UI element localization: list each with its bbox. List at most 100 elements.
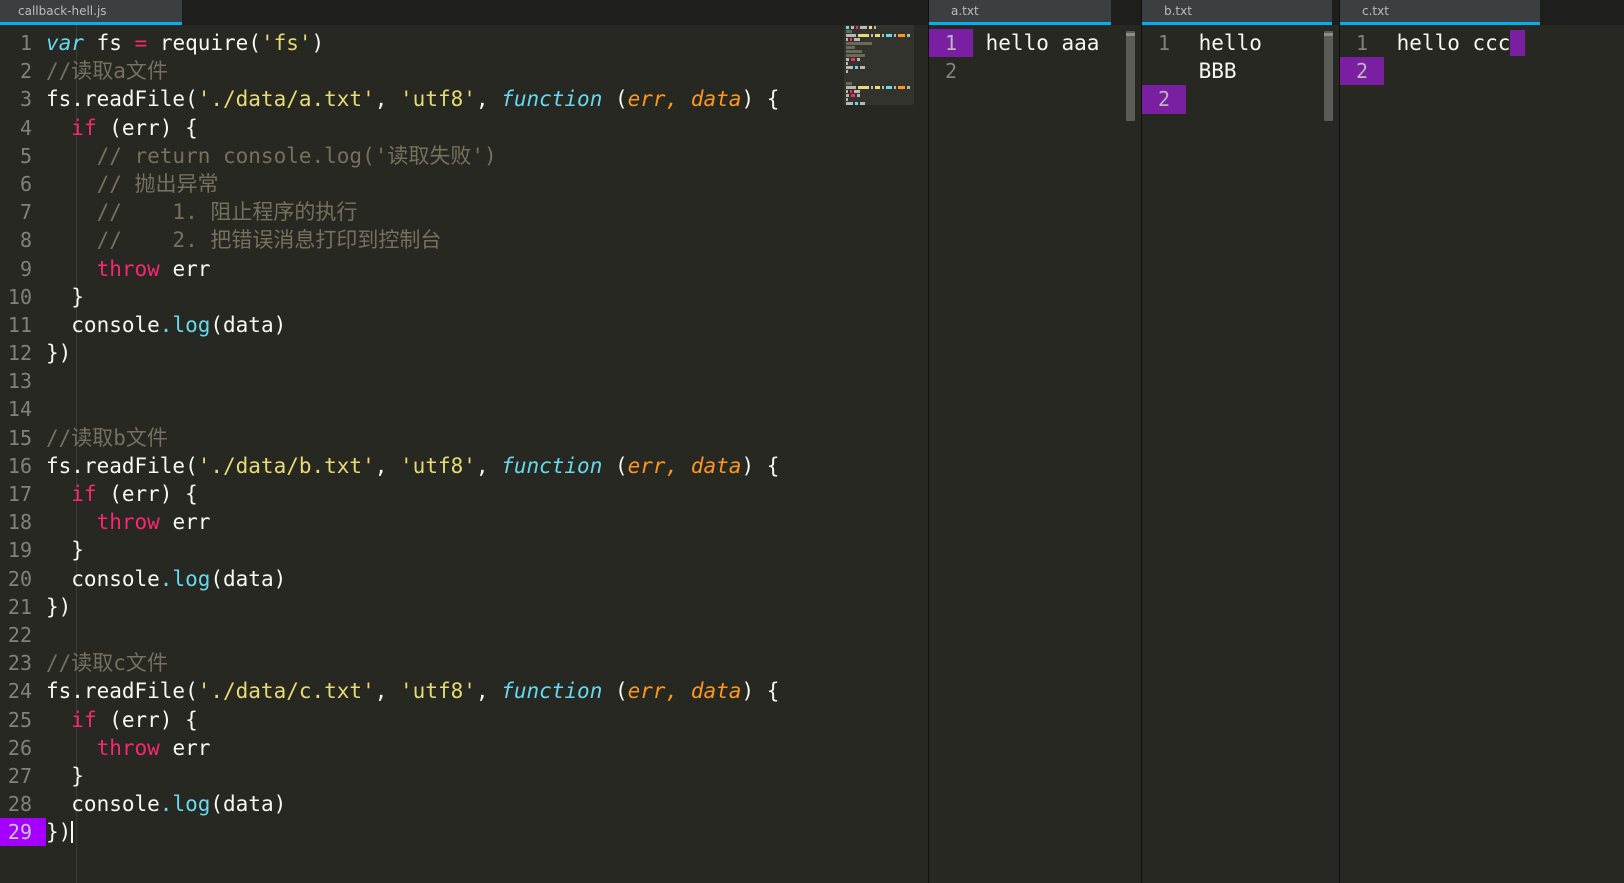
token-plain: }) xyxy=(46,341,72,366)
code-line[interactable]: 24 fs.readFile('./data/c.txt', 'utf8', fu… xyxy=(0,677,928,705)
code-line[interactable]: 17 if (err) { xyxy=(0,480,928,508)
minimap-line xyxy=(846,38,912,41)
line-number: 16 xyxy=(7,453,32,478)
line-number: 7 xyxy=(19,200,32,225)
code-line[interactable]: 8 // 2. 把错误消息打印到控制台 xyxy=(0,226,928,254)
text-line[interactable]: 1 hello ccc xyxy=(1340,29,1624,57)
code-line[interactable]: 14 xyxy=(0,395,928,423)
code-text: } xyxy=(46,764,84,788)
code-text: console.log(data) xyxy=(46,567,286,591)
line-number: 2 xyxy=(944,59,958,84)
code-line[interactable]: 20 console.log(data) xyxy=(0,565,928,593)
minimap-segment xyxy=(846,86,856,89)
text-line[interactable]: 2 xyxy=(1340,57,1624,86)
code-line[interactable]: 23 //读取c文件 xyxy=(0,649,928,677)
token-op: = xyxy=(134,31,148,55)
code-line[interactable]: 21}) xyxy=(0,593,928,621)
main-vertical-scrollbar[interactable] xyxy=(914,25,928,883)
text-line[interactable]: 1 hello xyxy=(1142,29,1339,57)
token-plain: console xyxy=(46,566,160,591)
minimap-line xyxy=(846,82,912,85)
line-number: 2 xyxy=(1142,85,1186,114)
minimap[interactable] xyxy=(844,25,914,105)
tab-b-txt[interactable]: b.txt xyxy=(1142,0,1332,25)
minimap-line xyxy=(846,86,912,89)
minimap-segment xyxy=(907,86,910,89)
code-text: throw err xyxy=(46,735,211,760)
a-editor-surface[interactable]: 1 hello aaa 2 xyxy=(929,25,1141,883)
minimap-segment xyxy=(846,94,850,97)
code-line[interactable]: 19 } xyxy=(0,536,928,564)
code-text: if (err) { xyxy=(46,482,197,506)
token-str: 'utf8' xyxy=(400,679,476,704)
code-line[interactable]: 4 if (err) { xyxy=(0,114,928,142)
code-line[interactable]: 16 fs.readFile('./data/b.txt', 'utf8', fu… xyxy=(0,452,928,480)
code-line[interactable]: 6 // 抛出异常 xyxy=(0,170,928,198)
code-line[interactable]: 15 //读取b文件 xyxy=(0,424,928,452)
code-line[interactable]: 13 xyxy=(0,367,928,395)
minimap-segment xyxy=(855,26,858,29)
tab-a-txt[interactable]: a.txt xyxy=(929,0,1111,25)
line-text: BBB xyxy=(1186,59,1237,84)
minimap-segment xyxy=(846,46,855,49)
a-vertical-scrollbar[interactable] xyxy=(1126,31,1135,121)
line-text xyxy=(973,59,986,83)
text-line[interactable]: 1 hello aaa xyxy=(929,29,1141,58)
code-line[interactable]: 28 console.log(data) xyxy=(0,790,928,818)
token-plain: console xyxy=(46,312,160,337)
line-number: 1 xyxy=(1157,31,1171,55)
token-plain: ) xyxy=(311,31,325,55)
code-line[interactable]: 3 fs.readFile('./data/a.txt', 'utf8', fun… xyxy=(0,85,928,113)
token-plain: , xyxy=(475,679,502,704)
text-line[interactable]: BBB xyxy=(1142,57,1339,85)
minimap-segment xyxy=(851,94,856,97)
b-editor-surface[interactable]: 1 hello BBB 2 xyxy=(1142,25,1339,883)
code-text: }) xyxy=(46,820,71,844)
text-line[interactable]: 2 xyxy=(1142,85,1339,114)
code-text: }) xyxy=(46,341,71,365)
tab-callback-hell-js[interactable]: callback-hell.js xyxy=(0,0,182,25)
main-editor-surface[interactable]: 1 var fs = require('fs') 2 //读取a文件 3 fs.readF… xyxy=(0,25,928,883)
b-vertical-scrollbar[interactable] xyxy=(1324,31,1333,121)
minimap-segment xyxy=(846,34,856,37)
minimap-line xyxy=(846,66,912,69)
code-line[interactable]: 25 if (err) { xyxy=(0,706,928,734)
tab-c-txt[interactable]: c.txt xyxy=(1340,0,1540,25)
code-line[interactable]: 29}) xyxy=(0,818,928,847)
minimap-segment xyxy=(881,34,884,37)
code-line[interactable]: 2 //读取a文件 xyxy=(0,57,928,85)
code-line[interactable]: 10 } xyxy=(0,283,928,311)
code-line[interactable]: 7 // 1. 阻止程序的执行 xyxy=(0,198,928,226)
code-line[interactable]: 18 throw err xyxy=(0,508,928,536)
code-line[interactable]: 11 console.log(data) xyxy=(0,311,928,339)
c-text-content[interactable]: 1 hello ccc 2 xyxy=(1340,25,1624,86)
code-line[interactable]: 27 } xyxy=(0,762,928,790)
text-line[interactable]: 2 xyxy=(929,57,1141,85)
minimap-segment xyxy=(885,86,892,89)
a-text-content[interactable]: 1 hello aaa 2 xyxy=(929,25,1141,85)
minimap-segment xyxy=(855,66,859,69)
b-text-content[interactable]: 1 hello BBB 2 xyxy=(1142,25,1339,114)
line-number: 29 xyxy=(0,818,46,847)
minimap-segment xyxy=(854,90,861,93)
file-panel-a-txt: a.txt 1 hello aaa 2 xyxy=(929,0,1142,883)
minimap-segment xyxy=(846,90,848,93)
minimap-segment xyxy=(846,58,850,61)
b-tabbar-empty-area xyxy=(1332,0,1339,25)
minimap-segment xyxy=(850,38,852,41)
minimap-segment xyxy=(881,86,884,89)
token-red: if xyxy=(71,482,97,506)
token-cmt: // 2. 把错误消息打印到控制台 xyxy=(46,228,442,253)
code-line[interactable]: 5 // return console.log('读取失败') xyxy=(0,142,928,170)
code-line[interactable]: 9 throw err xyxy=(0,255,928,283)
code-line[interactable]: 26 throw err xyxy=(0,734,928,762)
code-line[interactable]: 12}) xyxy=(0,339,928,367)
code-content[interactable]: 1 var fs = require('fs') 2 //读取a文件 3 fs.readF… xyxy=(0,25,928,847)
token-plain: err xyxy=(159,735,211,760)
code-line[interactable]: 1 var fs = require('fs') xyxy=(0,29,928,57)
line-number: 17 xyxy=(7,482,32,506)
minimap-line xyxy=(846,30,912,33)
code-line[interactable]: 22 xyxy=(0,621,928,649)
c-editor-surface[interactable]: 1 hello ccc 2 xyxy=(1340,25,1624,883)
